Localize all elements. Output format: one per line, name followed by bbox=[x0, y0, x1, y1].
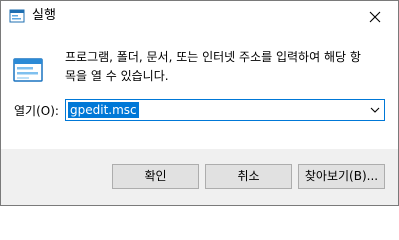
cancel-button[interactable]: 취소 bbox=[205, 164, 292, 189]
description-text: 프로그램, 폴더, 문서, 또는 인터넷 주소를 입력하여 해당 항 목을 열 … bbox=[65, 50, 361, 83]
run-dialog-icon bbox=[9, 8, 25, 24]
open-combobox[interactable]: gpedit.msc bbox=[65, 99, 385, 121]
open-label: 열기(O): bbox=[14, 104, 59, 118]
button-bar: 확인 취소 찾아보기(B)... bbox=[1, 149, 398, 205]
close-button[interactable] bbox=[352, 1, 398, 32]
dropdown-button[interactable] bbox=[366, 100, 384, 120]
chevron-down-icon bbox=[370, 107, 380, 113]
run-icon bbox=[12, 54, 44, 86]
ok-button[interactable]: 확인 bbox=[112, 164, 199, 189]
title-bar[interactable]: 실행 bbox=[1, 1, 398, 32]
browse-button[interactable]: 찾아보기(B)... bbox=[298, 164, 385, 189]
close-icon bbox=[369, 11, 381, 22]
window-title: 실행 bbox=[32, 8, 56, 23]
dialog-body: 프로그램, 폴더, 문서, 또는 인터넷 주소를 입력하여 해당 항 목을 열 … bbox=[1, 32, 398, 149]
run-dialog: 실행 프로그램, 폴더, 문서, 또는 인터넷 주소를 입력하여 해당 항 목을… bbox=[0, 0, 399, 206]
open-input[interactable]: gpedit.msc bbox=[68, 102, 139, 118]
